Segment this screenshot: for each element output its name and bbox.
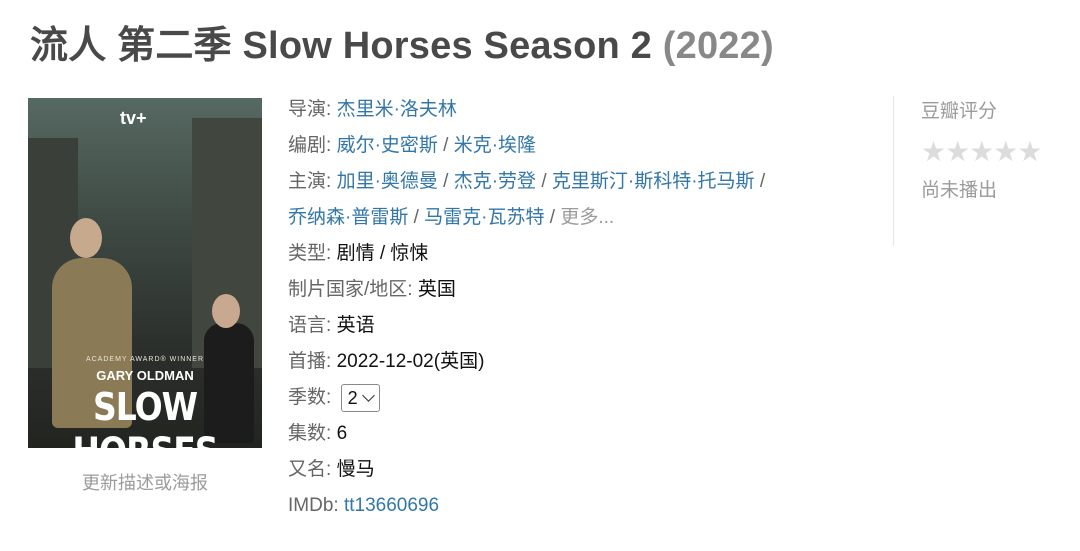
cast-row: 主演: 加里·奥德曼 / 杰克·劳登 / 克里斯汀·斯科特·托马斯 / — [288, 164, 765, 200]
page-title: 流人 第二季 Slow Horses Season 2 (2022) — [30, 14, 774, 69]
aka-row: 又名: 慢马 — [288, 452, 765, 488]
genre-row: 类型: 剧情 / 惊悚 — [288, 236, 765, 272]
rating-status: 尚未播出 — [921, 180, 998, 201]
cast-link[interactable]: 乔纳森·普雷斯 — [288, 207, 408, 228]
director-label: 导演: — [288, 99, 332, 120]
season-selected-value: 2 — [347, 387, 358, 408]
language-label: 语言: — [288, 315, 332, 336]
country-row: 制片国家/地区: 英国 — [288, 272, 765, 308]
genre-value: 惊悚 — [390, 243, 429, 264]
aka-value: 慢马 — [336, 459, 375, 480]
writer-label: 编剧: — [288, 135, 332, 156]
season-label: 季数: — [288, 387, 332, 408]
separator: / — [443, 135, 449, 156]
cast-more-link[interactable]: 更多... — [560, 207, 614, 228]
separator: / — [443, 171, 449, 192]
country-value: 英国 — [417, 279, 456, 300]
language-value: 英语 — [336, 315, 375, 336]
writer-link[interactable]: 米克·埃隆 — [454, 135, 536, 156]
info-panel: 导演: 杰里米·洛夫林 编剧: 威尔·史密斯 / 米克·埃隆 主演: 加里·奥德… — [288, 92, 765, 524]
premiere-row: 首播: 2022-12-02(英国) — [288, 344, 765, 380]
poster-show-title: SLOW HORSES — [72, 384, 218, 448]
cast-row-continued: 乔纳森·普雷斯 / 马雷克·瓦苏特 / 更多... — [288, 200, 765, 236]
premiere-label: 首播: — [288, 351, 332, 372]
writer-link[interactable]: 威尔·史密斯 — [337, 135, 438, 156]
cast-link[interactable]: 马雷克·瓦苏特 — [424, 207, 544, 228]
director-link[interactable]: 杰里米·洛夫林 — [337, 99, 457, 120]
rating-panel: 豆瓣评分 ★★★★★ 尚未播出 — [893, 96, 1043, 246]
imdb-link[interactable]: tt13660696 — [344, 495, 439, 516]
title-year: (2022) — [662, 25, 774, 67]
chevron-down-icon — [361, 389, 375, 402]
episodes-row: 集数: 6 — [288, 416, 765, 452]
imdb-row: IMDb: tt13660696 — [288, 488, 765, 524]
imdb-label: IMDb: — [288, 495, 339, 516]
poster-figure-second-head — [212, 294, 240, 328]
writer-row: 编剧: 威尔·史密斯 / 米克·埃隆 — [288, 128, 765, 164]
poster-image[interactable]: tv+ ACADEMY AWARD® WINNER GARY OLDMAN SL… — [28, 98, 262, 448]
season-row: 季数: 2 — [288, 380, 765, 416]
episodes-label: 集数: — [288, 423, 332, 444]
separator: / — [541, 171, 547, 192]
apple-tv-logo: tv+ — [120, 108, 147, 129]
genre-label: 类型: — [288, 243, 332, 264]
cast-link[interactable]: 杰克·劳登 — [454, 171, 536, 192]
season-select[interactable]: 2 — [340, 383, 380, 412]
poster-academy-text: ACADEMY AWARD® WINNER — [85, 356, 205, 363]
separator: / — [413, 207, 419, 228]
update-description-link[interactable]: 更新描述或海报 — [28, 469, 262, 495]
language-row: 语言: 英语 — [288, 308, 765, 344]
apple-tv-text: tv+ — [120, 108, 147, 128]
aka-label: 又名: — [288, 459, 332, 480]
star-rating-icon: ★★★★★ — [921, 136, 1043, 167]
poster-actor-text: GARY OLDMAN — [96, 368, 194, 383]
premiere-value: 2022-12-02(英国) — [336, 351, 485, 372]
director-row: 导演: 杰里米·洛夫林 — [288, 92, 765, 128]
cast-label: 主演: — [288, 171, 332, 192]
separator: / — [549, 207, 556, 228]
cast-link[interactable]: 克里斯汀·斯科特·托马斯 — [552, 171, 755, 192]
separator: / — [759, 171, 766, 192]
country-label: 制片国家/地区: — [288, 279, 413, 300]
episodes-value: 6 — [336, 423, 348, 444]
title-text: 流人 第二季 Slow Horses Season 2 — [30, 25, 653, 67]
cast-link[interactable]: 加里·奥德曼 — [337, 171, 438, 192]
separator: / — [379, 243, 386, 264]
genre-value: 剧情 — [336, 243, 375, 264]
poster-figure-head — [70, 218, 102, 258]
rating-label: 豆瓣评分 — [921, 101, 998, 122]
